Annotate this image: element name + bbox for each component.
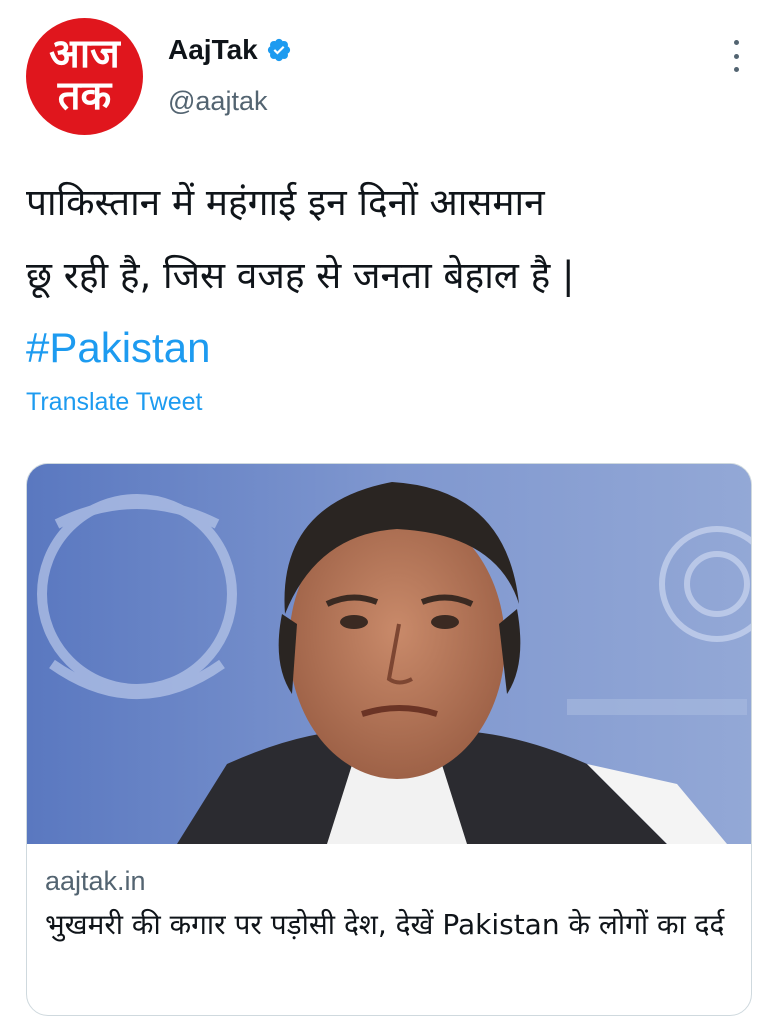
verified-badge-icon (266, 37, 292, 63)
card-photo-illustration (27, 464, 751, 844)
avatar-text-line1: आज (49, 30, 120, 77)
card-domain: aajtak.in (45, 866, 146, 896)
tweet-text-line: पाकिस्तान में महंगाई इन दिनों आसमान (26, 181, 545, 224)
card-meta: aajtak.in भुखमरी की कगार पर पड़ोसी देश, … (45, 866, 735, 946)
author-names: AajTak @aajtak (168, 30, 292, 117)
link-card[interactable]: aajtak.in भुखमरी की कगार पर पड़ोसी देश, … (26, 463, 752, 1016)
display-name-row: AajTak (168, 30, 292, 70)
display-name[interactable]: AajTak (168, 34, 258, 66)
handle[interactable]: @aajtak (168, 86, 292, 117)
card-image[interactable] (27, 464, 751, 844)
more-options-icon[interactable] (726, 40, 746, 72)
more-dot (733, 53, 739, 59)
more-dot (733, 40, 739, 45)
tweet-text: पाकिस्तान में महंगाई इन दिनों आसमान छू र… (26, 166, 746, 384)
avatar[interactable]: आज तक (26, 18, 143, 135)
translate-tweet-link[interactable]: Translate Tweet (26, 388, 202, 417)
tweet-text-line: छू रही है, जिस वजह से जनता बेहाल है | (26, 254, 575, 297)
avatar-text-line2: तक (57, 72, 112, 119)
hashtag-link[interactable]: #Pakistan (26, 312, 746, 384)
more-dot (733, 67, 739, 72)
tweet: आज तक AajTak @aajtak पाकिस्तान में महंगा… (0, 0, 777, 1024)
card-title: भुखमरी की कगार पर पड़ोसी देश, देखें Paki… (45, 908, 725, 941)
